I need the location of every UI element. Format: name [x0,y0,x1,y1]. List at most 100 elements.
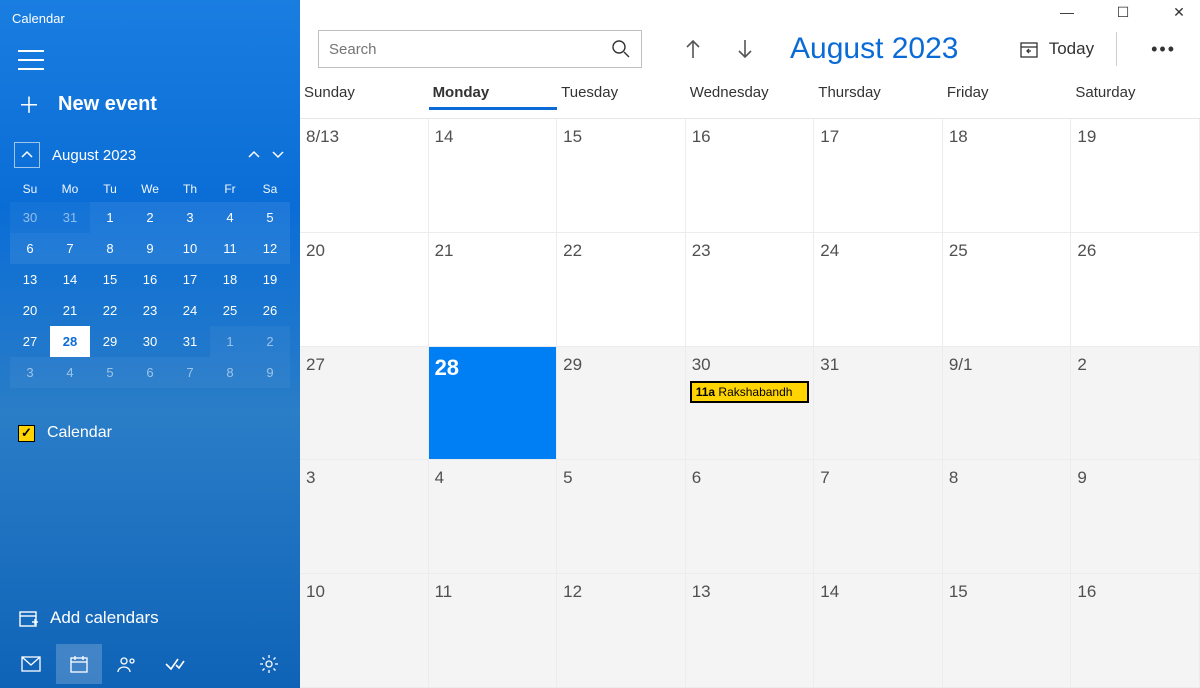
calendar-checkbox[interactable]: ✓ [18,425,35,442]
settings-button[interactable] [246,644,292,684]
mini-day[interactable]: 4 [50,357,90,388]
hamburger-button[interactable] [18,50,44,70]
add-calendars-button[interactable]: Add calendars [0,592,300,628]
mini-day[interactable]: 2 [250,326,290,357]
mini-day[interactable]: 24 [170,295,210,326]
calendar-cell[interactable]: 5 [557,460,686,574]
mini-day[interactable]: 11 [210,233,250,264]
calendar-cell[interactable]: 19 [1071,119,1200,233]
calendar-cell[interactable]: 11 [429,574,558,688]
new-event-button[interactable]: ＋ New event [0,88,300,142]
mini-day[interactable]: 17 [170,264,210,295]
mini-day[interactable]: 13 [10,264,50,295]
mini-day[interactable]: 6 [10,233,50,264]
mini-day[interactable]: 5 [90,357,130,388]
calendar-cell[interactable]: 8/13 [300,119,429,233]
calendar-cell[interactable]: 23 [686,233,815,347]
calendar-cell[interactable]: 20 [300,233,429,347]
minimize-button[interactable]: — [1052,4,1082,21]
calendar-cell[interactable]: 8 [943,460,1072,574]
mini-day[interactable]: 20 [10,295,50,326]
mini-day[interactable]: 29 [90,326,130,357]
mini-day[interactable]: 10 [170,233,210,264]
mini-day[interactable]: 8 [90,233,130,264]
mini-day[interactable]: 18 [210,264,250,295]
calendar-cell[interactable]: 26 [1071,233,1200,347]
mini-day[interactable]: 7 [50,233,90,264]
calendar-cell[interactable]: 14 [429,119,558,233]
mini-day[interactable]: 14 [50,264,90,295]
mini-day[interactable]: 2 [130,202,170,233]
calendar-cell[interactable]: 15 [557,119,686,233]
mini-day[interactable]: 30 [10,202,50,233]
today-button[interactable]: Today [1019,32,1117,66]
mini-day[interactable]: 16 [130,264,170,295]
mini-day[interactable]: 5 [250,202,290,233]
dow-header[interactable]: Tuesday [557,78,686,110]
mini-day[interactable]: 3 [10,357,50,388]
mini-day[interactable]: 15 [90,264,130,295]
dow-header[interactable]: Friday [943,78,1072,110]
calendar-cell[interactable]: 2 [1071,347,1200,461]
mini-day[interactable]: 1 [210,326,250,357]
calendar-cell[interactable]: 31 [814,347,943,461]
prev-month-button[interactable] [680,36,706,62]
mini-prev-button[interactable] [246,147,262,163]
calendar-cell[interactable]: 10 [300,574,429,688]
mail-button[interactable] [8,644,54,684]
search-input[interactable] [329,41,611,58]
dow-header[interactable]: Thursday [814,78,943,110]
mini-day[interactable]: 8 [210,357,250,388]
close-button[interactable]: ✕ [1164,4,1194,21]
month-label[interactable]: August 2023 [790,32,958,66]
mini-day[interactable]: 27 [10,326,50,357]
mini-day[interactable]: 23 [130,295,170,326]
calendar-cell[interactable]: 9/1 [943,347,1072,461]
calendar-cell[interactable]: 9 [1071,460,1200,574]
mini-day[interactable]: 31 [170,326,210,357]
calendar-cell[interactable]: 6 [686,460,815,574]
mini-day[interactable]: 9 [130,233,170,264]
mini-day[interactable]: 31 [50,202,90,233]
search-box[interactable] [318,30,642,68]
mini-day[interactable]: 1 [90,202,130,233]
more-button[interactable]: ••• [1151,39,1176,60]
mini-day[interactable]: 7 [170,357,210,388]
calendar-cell[interactable]: 28 [429,347,558,461]
mini-day[interactable]: 30 [130,326,170,357]
calendar-cell[interactable]: 7 [814,460,943,574]
mini-day[interactable]: 28 [50,326,90,357]
calendar-cell[interactable]: 27 [300,347,429,461]
calendar-cell[interactable]: 17 [814,119,943,233]
calendar-cell[interactable]: 16 [686,119,815,233]
calendar-tab-button[interactable] [56,644,102,684]
calendar-event[interactable]: 11a Rakshabandh [690,381,810,403]
maximize-button[interactable]: ☐ [1108,4,1138,21]
mini-day[interactable]: 22 [90,295,130,326]
calendar-cell[interactable]: 29 [557,347,686,461]
mini-day[interactable]: 4 [210,202,250,233]
mini-day[interactable]: 19 [250,264,290,295]
calendar-cell[interactable]: 21 [429,233,558,347]
dow-header[interactable]: Saturday [1071,78,1200,110]
todo-button[interactable] [152,644,198,684]
calendar-cell[interactable]: 24 [814,233,943,347]
calendar-list-item[interactable]: ✓ Calendar [0,424,300,442]
calendar-cell[interactable]: 16 [1071,574,1200,688]
mini-day[interactable]: 12 [250,233,290,264]
calendar-cell[interactable]: 4 [429,460,558,574]
calendar-cell[interactable]: 3 [300,460,429,574]
calendar-cell[interactable]: 25 [943,233,1072,347]
dow-header[interactable]: Sunday [300,78,429,110]
calendar-cell[interactable]: 12 [557,574,686,688]
calendar-cell[interactable]: 3011a Rakshabandh [686,347,815,461]
dow-header[interactable]: Monday [429,78,558,110]
calendar-cell[interactable]: 22 [557,233,686,347]
calendar-cell[interactable]: 18 [943,119,1072,233]
mini-day[interactable]: 26 [250,295,290,326]
mini-collapse-button[interactable] [14,142,40,168]
people-button[interactable] [104,644,150,684]
next-month-button[interactable] [732,36,758,62]
mini-day[interactable]: 3 [170,202,210,233]
dow-header[interactable]: Wednesday [686,78,815,110]
